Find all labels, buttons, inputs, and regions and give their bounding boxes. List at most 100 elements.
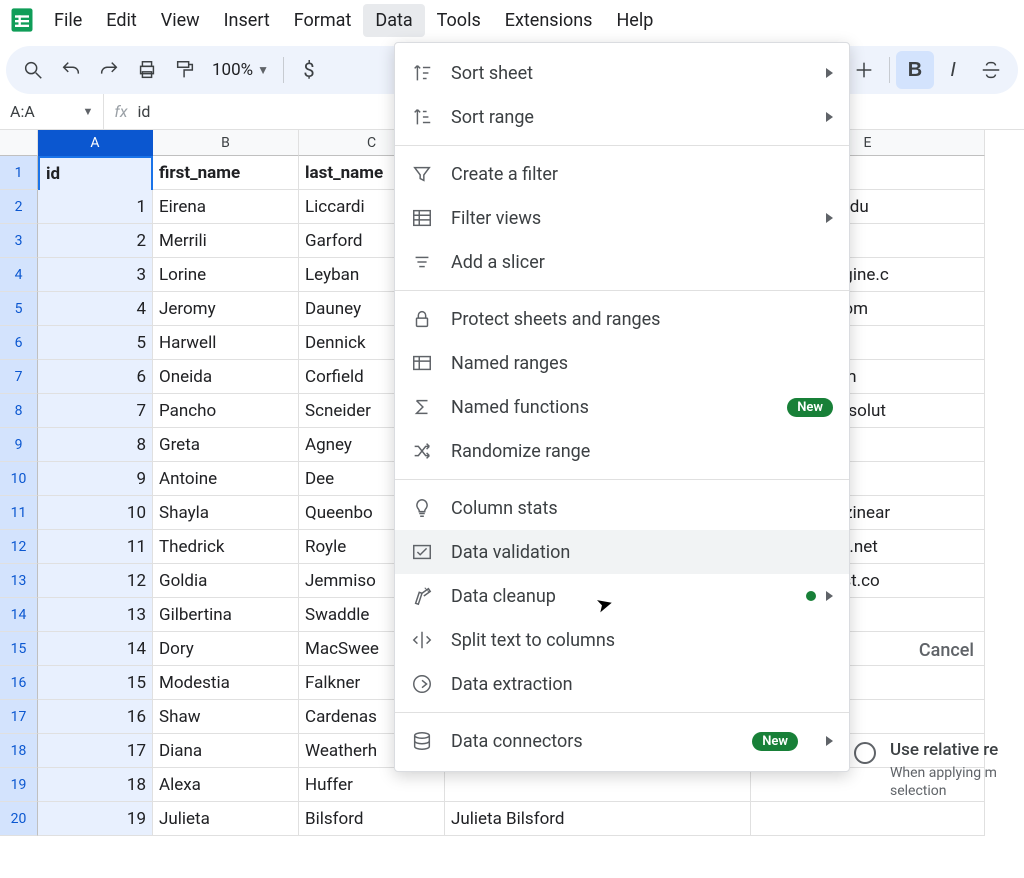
cell[interactable]: 12 [38,564,153,598]
menu-item-column-stats[interactable]: Column stats [395,486,849,530]
select-all-corner[interactable] [0,130,38,156]
menu-item-data-validation[interactable]: Data validation [395,530,849,574]
cell[interactable]: Eirena [153,190,299,224]
cell[interactable]: 3 [38,258,153,292]
row-header[interactable]: 12 [0,530,38,564]
cell[interactable]: 5 [38,326,153,360]
cell[interactable]: Huffer [299,768,445,802]
row-header[interactable]: 3 [0,224,38,258]
menu-data[interactable]: Data [363,4,424,37]
menu-item-filter-views[interactable]: Filter views [395,196,849,240]
cell[interactable]: 11 [38,530,153,564]
menu-item-named-functions[interactable]: Named functionsNew [395,385,849,429]
cell[interactable]: Merrili [153,224,299,258]
cell[interactable]: 2 [38,224,153,258]
menu-item-split-text-to-columns[interactable]: Split text to columns [395,618,849,662]
cell[interactable]: first_name [153,156,299,190]
menu-item-randomize-range[interactable]: Randomize range [395,429,849,473]
row-header[interactable]: 7 [0,360,38,394]
col-header-B[interactable]: B [153,130,299,156]
menu-item-data-cleanup[interactable]: Data cleanup [395,574,849,618]
cell[interactable]: id [38,156,153,190]
relative-ref-option[interactable]: Use relative re When applying m selectio… [854,740,1024,800]
cell[interactable]: 9 [38,462,153,496]
menu-file[interactable]: File [42,4,94,37]
row-header[interactable]: 19 [0,768,38,802]
row-header[interactable]: 13 [0,564,38,598]
cell[interactable]: Julieta [153,802,299,836]
paint-format-icon[interactable] [166,51,204,89]
currency-format-button[interactable]: $ [290,51,328,89]
cell[interactable] [445,768,751,802]
row-header[interactable]: 20 [0,802,38,836]
cell[interactable]: Julieta Bilsford [445,802,751,836]
cell[interactable]: Oneida [153,360,299,394]
row-header[interactable]: 9 [0,428,38,462]
menu-extensions[interactable]: Extensions [493,4,605,37]
cancel-button[interactable]: Cancel [919,640,974,661]
search-icon[interactable] [14,51,52,89]
row-header[interactable]: 5 [0,292,38,326]
cell[interactable]: 8 [38,428,153,462]
insert-plus-icon[interactable] [845,51,883,89]
cell[interactable]: 1 [38,190,153,224]
cell[interactable]: Gilbertina [153,598,299,632]
cell[interactable]: Diana [153,734,299,768]
redo-icon[interactable] [90,51,128,89]
cell[interactable]: Shaw [153,700,299,734]
row-header[interactable]: 8 [0,394,38,428]
sheets-logo-icon[interactable] [2,0,42,40]
cell[interactable]: 19 [38,802,153,836]
cell[interactable]: 7 [38,394,153,428]
cell[interactable]: 6 [38,360,153,394]
menu-view[interactable]: View [149,4,212,37]
menu-item-protect-sheets-and-ranges[interactable]: Protect sheets and ranges [395,297,849,341]
bold-button[interactable]: B [896,51,934,89]
menu-item-create-a-filter[interactable]: Create a filter [395,152,849,196]
radio-icon[interactable] [854,742,876,764]
menu-item-add-a-slicer[interactable]: Add a slicer [395,240,849,284]
cell[interactable]: 16 [38,700,153,734]
cell[interactable]: 10 [38,496,153,530]
cell[interactable]: 13 [38,598,153,632]
cell[interactable] [751,802,985,836]
italic-button[interactable]: I [934,51,972,89]
menu-tools[interactable]: Tools [425,4,493,37]
row-header[interactable]: 10 [0,462,38,496]
strikethrough-button[interactable] [972,51,1010,89]
row-header[interactable]: 16 [0,666,38,700]
row-header[interactable]: 17 [0,700,38,734]
cell[interactable]: Pancho [153,394,299,428]
cell[interactable]: Harwell [153,326,299,360]
cell[interactable]: 17 [38,734,153,768]
cell[interactable]: Greta [153,428,299,462]
menu-edit[interactable]: Edit [94,4,148,37]
menu-format[interactable]: Format [282,4,364,37]
menu-item-data-connectors[interactable]: Data connectorsNew [395,719,849,763]
col-header-A[interactable]: A [38,130,153,156]
name-box[interactable]: A:A ▼ [0,94,104,129]
cell[interactable]: Shayla [153,496,299,530]
cell[interactable]: Jeromy [153,292,299,326]
menu-item-named-ranges[interactable]: Named ranges [395,341,849,385]
cell[interactable]: Thedrick [153,530,299,564]
print-icon[interactable] [128,51,166,89]
menu-item-sort-sheet[interactable]: Sort sheet [395,51,849,95]
row-header[interactable]: 11 [0,496,38,530]
row-header[interactable]: 18 [0,734,38,768]
row-header[interactable]: 2 [0,190,38,224]
cell[interactable]: Modestia [153,666,299,700]
menu-insert[interactable]: Insert [212,4,282,37]
cell[interactable]: 4 [38,292,153,326]
cell[interactable]: Antoine [153,462,299,496]
menu-help[interactable]: Help [604,4,665,37]
menu-item-sort-range[interactable]: Sort range [395,95,849,139]
cell[interactable]: Goldia [153,564,299,598]
menu-item-data-extraction[interactable]: Data extraction [395,662,849,706]
cell[interactable]: Bilsford [299,802,445,836]
cell[interactable]: Lorine [153,258,299,292]
zoom-select[interactable]: 100% ▼ [204,60,277,80]
cell[interactable]: 14 [38,632,153,666]
row-header[interactable]: 4 [0,258,38,292]
row-header[interactable]: 1 [0,156,38,190]
